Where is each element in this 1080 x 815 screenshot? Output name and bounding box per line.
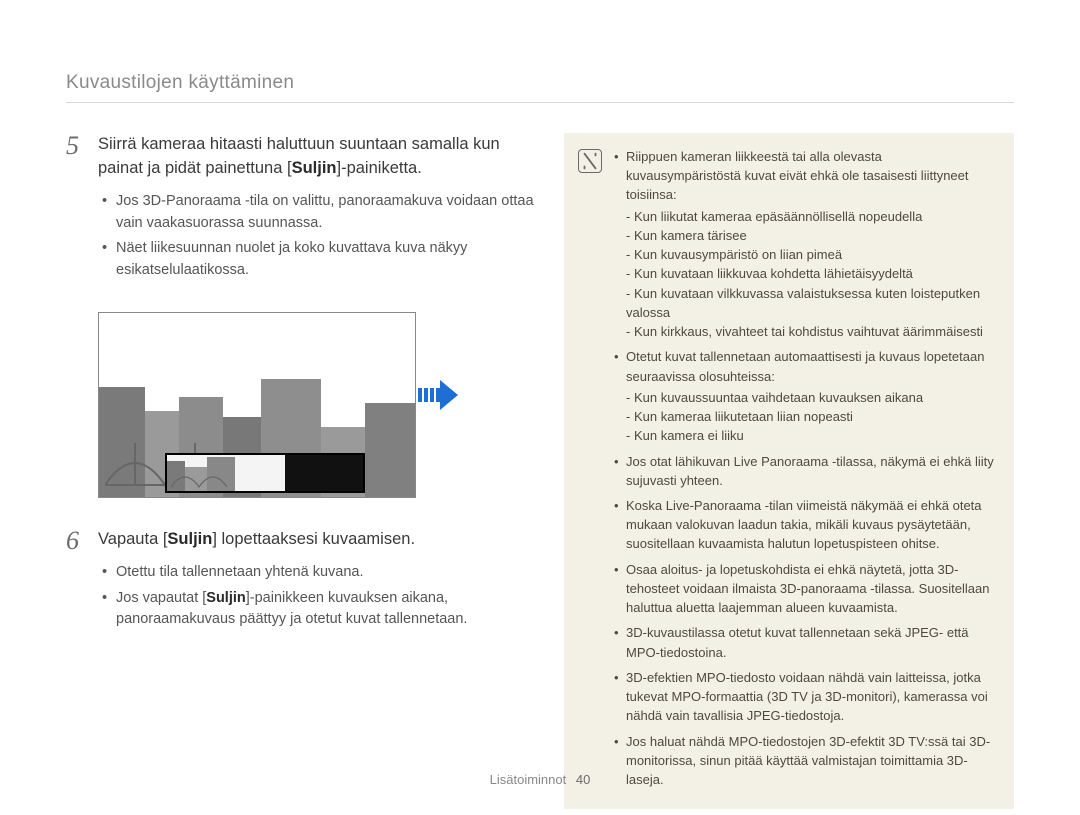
- page-number: 40: [576, 772, 590, 787]
- step-title: Siirrä kameraa hitaasti haluttuun suunta…: [98, 133, 536, 181]
- step-number: 6: [66, 528, 88, 635]
- info-item: Jos otat lähikuvan Live Panoraama -tilas…: [614, 452, 998, 490]
- step-title: Vapauta [Suljin] lopettaaksesi kuvaamise…: [98, 528, 536, 552]
- sub-item: Kun kuvataan liikkuvaa kohdetta lähietäi…: [626, 264, 998, 283]
- left-column: 5 Siirrä kameraa hitaasti haluttuun suun…: [66, 133, 536, 809]
- preview-screen: [98, 312, 416, 498]
- bold-key: Suljin: [292, 159, 337, 177]
- info-item: 3D-efektien MPO-tiedosto voidaan nähdä v…: [614, 668, 998, 726]
- step-bullets: Jos 3D-Panoraama -tila on valittu, panor…: [98, 191, 536, 282]
- bullet: Jos 3D-Panoraama -tila on valittu, panor…: [102, 191, 536, 235]
- direction-arrow-icon: [418, 378, 458, 412]
- panorama-preview-strip: [165, 453, 365, 493]
- captured-portion: [167, 455, 285, 491]
- sub-item: Kun kuvataan vilkkuvassa valaistuksessa …: [626, 284, 998, 322]
- note-icon: [578, 149, 602, 173]
- header-divider: [66, 102, 1014, 103]
- bullet: Jos vapautat [Suljin]-painikkeen kuvauks…: [102, 588, 536, 632]
- text: Jos vapautat [: [116, 590, 206, 606]
- page-footer: Lisätoiminnot 40: [0, 772, 1080, 787]
- sub-item: Kun kuvaussuuntaa vaihdetaan kuvauksen a…: [626, 388, 998, 407]
- step-number: 5: [66, 133, 88, 286]
- step-5: 5 Siirrä kameraa hitaasti haluttuun suun…: [66, 133, 536, 286]
- info-item: Koska Live-Panoraama -tilan viimeistä nä…: [614, 496, 998, 554]
- step-6: 6 Vapauta [Suljin] lopettaaksesi kuvaami…: [66, 528, 536, 635]
- right-column: Riippuen kameran liikkeestä tai alla ole…: [564, 133, 1014, 809]
- text: Otetut kuvat tallennetaan automaattisest…: [626, 349, 984, 383]
- text: ]-painiketta.: [337, 159, 422, 177]
- sub-item: Kun kameraa liikutetaan liian nopeasti: [626, 407, 998, 426]
- info-item: 3D-kuvaustilassa otetut kuvat tallenneta…: [614, 623, 998, 661]
- content-columns: 5 Siirrä kameraa hitaasti haluttuun suun…: [66, 133, 1014, 809]
- step-body: Vapauta [Suljin] lopettaaksesi kuvaamise…: [98, 528, 536, 635]
- sub-item: Kun liikutat kameraa epäsäännöllisellä n…: [626, 207, 998, 226]
- info-bullets: Riippuen kameran liikkeestä tai alla ole…: [614, 147, 998, 795]
- footer-section: Lisätoiminnot: [490, 772, 567, 787]
- sub-item: Kun kamera ei liiku: [626, 426, 998, 445]
- sub-item: Kun kirkkaus, vivahteet tai kohdistus va…: [626, 322, 998, 341]
- sub-item: Kun kuvausympäristö on liian pimeä: [626, 245, 998, 264]
- info-sublist: Kun kuvaussuuntaa vaihdetaan kuvauksen a…: [626, 388, 998, 446]
- panorama-illustration: [98, 312, 458, 498]
- info-sublist: Kun liikutat kameraa epäsäännöllisellä n…: [626, 207, 998, 342]
- remaining-portion: [285, 455, 363, 491]
- bullet: Otettu tila tallennetaan yhtenä kuvana.: [102, 562, 536, 584]
- text: Riippuen kameran liikkeestä tai alla ole…: [626, 149, 969, 202]
- info-item: Otetut kuvat tallennetaan automaattisest…: [614, 347, 998, 445]
- text: ] lopettaaksesi kuvaamisen.: [212, 530, 415, 548]
- info-item: Osaa aloitus- ja lopetuskohdista ei ehkä…: [614, 560, 998, 618]
- page-header: Kuvaustilojen käyttäminen: [66, 72, 1014, 94]
- bold-key: Suljin: [167, 530, 212, 548]
- info-item: Riippuen kameran liikkeestä tai alla ole…: [614, 147, 998, 341]
- step-bullets: Otettu tila tallennetaan yhtenä kuvana. …: [98, 562, 536, 631]
- info-box: Riippuen kameran liikkeestä tai alla ole…: [564, 133, 1014, 809]
- text: Vapauta [: [98, 530, 167, 548]
- step-body: Siirrä kameraa hitaasti haluttuun suunta…: [98, 133, 536, 286]
- bold-key: Suljin: [206, 590, 245, 606]
- sub-item: Kun kamera tärisee: [626, 226, 998, 245]
- bullet: Näet liikesuunnan nuolet ja koko kuvatta…: [102, 238, 536, 282]
